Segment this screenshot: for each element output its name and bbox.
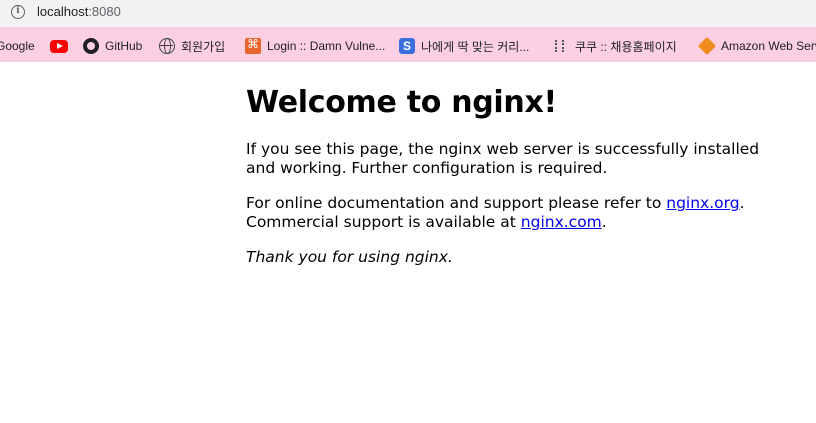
bookmark-label: Login :: Damn Vulne... xyxy=(267,39,386,53)
bookmark-label: 쿠쿠 :: 채용홈페이지 xyxy=(575,39,677,54)
bookmark-label: GitHub xyxy=(105,39,143,53)
bookmark-career[interactable]: S 나에게 딱 맞는 커리... xyxy=(399,37,529,55)
commercial-text: Commercial support is available at xyxy=(246,213,521,231)
address-bar[interactable]: i localhost:8080 xyxy=(0,0,816,27)
url-text[interactable]: localhost:8080 xyxy=(37,4,121,19)
bookmark-signup[interactable]: 회원가입 xyxy=(159,37,225,55)
page-content: Welcome to nginx! If you see this page, … xyxy=(246,80,786,283)
browser-chrome: i localhost:8080 Google GitHub 회원가입 Logi… xyxy=(0,0,816,62)
docs-text: For online documentation and support ple… xyxy=(246,194,667,212)
bookmark-aws[interactable]: Amazon Web Serv xyxy=(697,36,816,56)
dvwa-icon xyxy=(245,37,261,54)
bookmark-youtube[interactable] xyxy=(50,37,74,55)
thanks-text: Thank you for using nginx. xyxy=(246,248,453,266)
commercial-period: . xyxy=(601,213,607,231)
github-icon xyxy=(83,38,99,54)
youtube-icon xyxy=(50,39,68,53)
aws-icon xyxy=(697,36,717,56)
bookmark-label: 나에게 딱 맞는 커리... xyxy=(421,39,530,54)
globe-icon xyxy=(159,38,175,54)
docs-period: . xyxy=(739,194,745,212)
bookmark-google[interactable]: Google xyxy=(0,37,35,55)
url-port: :8080 xyxy=(88,4,121,19)
bookmark-label: Amazon Web Serv xyxy=(721,39,816,53)
bookmark-label: 회원가입 xyxy=(181,39,226,54)
bookmark-dvwa[interactable]: Login :: Damn Vulne... xyxy=(245,37,385,55)
nginx-com-link[interactable]: nginx.com xyxy=(521,213,602,231)
page-title: Welcome to nginx! xyxy=(246,85,557,120)
bookmark-github[interactable]: GitHub xyxy=(83,37,142,55)
url-host: localhost xyxy=(37,4,89,19)
bookmarks-bar: Google GitHub 회원가입 Login :: Damn Vulne..… xyxy=(0,31,816,61)
site-info-icon[interactable]: i xyxy=(11,5,25,19)
cucu-icon xyxy=(553,38,569,54)
thanks-paragraph: Thank you for using nginx. xyxy=(246,248,786,267)
nginx-org-link[interactable]: nginx.org xyxy=(666,194,739,212)
docs-paragraph: For online documentation and support ple… xyxy=(246,194,786,232)
intro-paragraph: If you see this page, the nginx web serv… xyxy=(246,140,760,177)
s-logo-icon: S xyxy=(399,38,415,54)
bookmark-label: Google xyxy=(0,39,35,53)
bookmark-cucu[interactable]: 쿠쿠 :: 채용홈페이지 xyxy=(553,37,677,55)
